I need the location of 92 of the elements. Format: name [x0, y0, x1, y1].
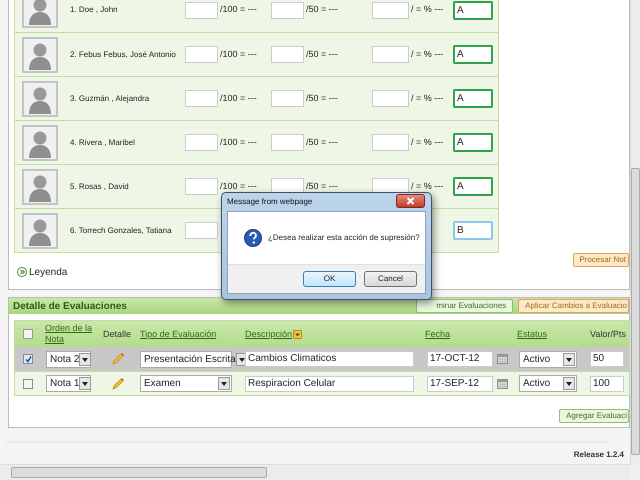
legend-link[interactable]: Leyenda — [29, 264, 68, 280]
expand-icon — [17, 267, 27, 277]
check-icon — [24, 356, 32, 362]
dialog-message: ¿Desea realizar esta acción de supresión? — [268, 232, 420, 244]
grade-field[interactable]: A — [453, 45, 493, 64]
description-field[interactable]: Respiracion Celular — [245, 376, 414, 392]
score-input[interactable] — [185, 134, 218, 151]
column-header-link[interactable]: Estatus — [517, 328, 548, 340]
score-label: / = % --- — [410, 92, 444, 105]
sort-icon — [293, 330, 302, 338]
calendar-icon — [497, 354, 508, 364]
score-label: /50 = --- — [305, 136, 339, 149]
person-silhouette-icon — [22, 212, 58, 248]
dialog-button[interactable]: OK — [303, 271, 356, 287]
student-name: 5. Rosas , David — [70, 180, 130, 192]
column-header: Detalle — [103, 328, 132, 340]
type-select[interactable]: Examen — [140, 375, 232, 392]
column-header-link[interactable]: Orden de la Nota — [45, 323, 99, 345]
close-icon — [406, 196, 415, 204]
header-button[interactable]: Aplicar Cambios a Evaluacio — [518, 299, 629, 313]
score-label: /50 = --- — [305, 48, 339, 61]
student-name: 4. Rivera , Maribel — [70, 136, 136, 148]
date-field[interactable]: 17-SEP-12 — [427, 376, 493, 392]
close-button[interactable] — [396, 194, 425, 208]
scrollbar-thumb[interactable] — [631, 168, 640, 455]
points-field[interactable]: 50 — [590, 351, 624, 367]
header-button[interactable]: minar Evaluaciones — [416, 299, 514, 313]
grade-field[interactable]: A — [453, 177, 493, 196]
column-header: Valor/Pts — [590, 328, 626, 340]
score-input[interactable] — [185, 46, 218, 63]
score-input[interactable] — [372, 134, 409, 151]
dialog-button[interactable]: Cancel — [364, 271, 417, 287]
student-name: 2. Febus Febus, José Antonio — [70, 48, 177, 60]
score-label: / = % --- — [410, 136, 444, 149]
horizontal-scrollbar[interactable] — [0, 464, 630, 480]
column-header-link[interactable]: Fecha — [425, 328, 450, 340]
date-field[interactable]: 17-OCT-12 — [427, 351, 493, 367]
score-label: /100 = --- — [219, 3, 258, 16]
person-silhouette-icon — [22, 168, 58, 204]
description-field[interactable]: Cambios Climaticos — [245, 351, 414, 367]
select-all-checkbox[interactable] — [23, 329, 33, 339]
person-silhouette-icon — [22, 124, 58, 160]
score-label: / = % --- — [410, 48, 444, 61]
row-checkbox[interactable] — [23, 354, 33, 364]
order-select[interactable]: Nota 2 — [46, 350, 91, 368]
calendar-icon — [497, 378, 508, 388]
score-input[interactable] — [185, 178, 218, 195]
grade-field[interactable]: A — [453, 0, 493, 20]
row-checkbox[interactable] — [23, 378, 33, 388]
score-label: / = % --- — [410, 180, 444, 193]
score-input[interactable] — [185, 222, 218, 239]
score-label: /100 = --- — [219, 180, 258, 193]
score-input[interactable] — [271, 134, 304, 151]
score-input[interactable] — [372, 46, 409, 63]
column-header-link[interactable]: Tipo de Evaluación — [140, 328, 216, 340]
score-input[interactable] — [372, 2, 409, 18]
grade-field[interactable]: A — [453, 89, 493, 108]
order-select[interactable]: Nota 1 — [46, 375, 91, 392]
score-label: / = % --- — [410, 3, 444, 16]
score-input[interactable] — [271, 46, 304, 63]
points-field[interactable]: 100 — [590, 376, 624, 392]
status-select[interactable]: Activo — [519, 350, 577, 368]
dialog-title: Message from webpage — [227, 196, 312, 208]
score-input[interactable] — [372, 90, 409, 107]
student-name: 6. Torrech Gonzales, Tatiana — [70, 224, 173, 236]
column-header-link[interactable]: Descripción — [245, 328, 292, 340]
student-name: 1. Doe , John — [70, 4, 119, 16]
score-label: /50 = --- — [305, 3, 339, 16]
grade-field[interactable]: A — [453, 133, 493, 152]
process-button[interactable]: Procesar Not — [573, 253, 629, 267]
grade-field[interactable]: B — [453, 221, 493, 240]
pencil-icon — [112, 378, 124, 390]
add-button[interactable]: Agregar Evaluaci — [559, 409, 629, 423]
score-label: /50 = --- — [305, 92, 339, 105]
panel-title: Detalle de Evaluaciones — [12, 300, 127, 314]
person-silhouette-icon — [22, 80, 58, 116]
score-input[interactable] — [185, 90, 218, 107]
score-label: /50 = --- — [305, 180, 339, 193]
score-input[interactable] — [271, 90, 304, 107]
release-label: Release 1.2.4 — [574, 449, 624, 461]
pencil-icon — [112, 353, 124, 365]
question-icon — [244, 229, 262, 247]
vertical-scrollbar[interactable] — [630, 0, 640, 464]
score-label: /100 = --- — [219, 48, 258, 61]
status-select[interactable]: Activo — [519, 375, 577, 392]
student-name: 3. Guzmán , Alejandra — [70, 92, 150, 104]
score-label: /100 = --- — [219, 92, 258, 105]
score-label: /100 = --- — [219, 136, 258, 149]
score-input[interactable] — [185, 2, 218, 18]
score-input[interactable] — [271, 2, 304, 18]
scrollbar-thumb[interactable] — [11, 467, 267, 478]
person-silhouette-icon — [22, 36, 58, 72]
